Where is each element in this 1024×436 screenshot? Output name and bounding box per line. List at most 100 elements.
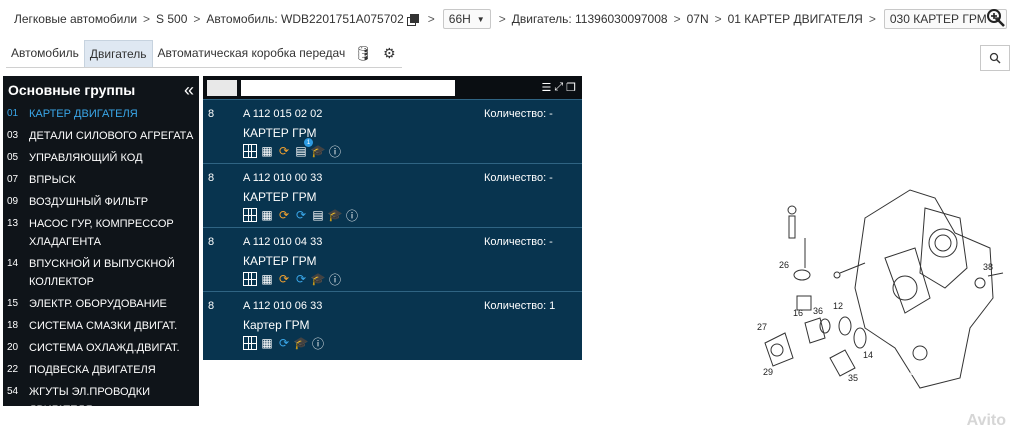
replacement-icon[interactable]: ⟳ — [277, 144, 291, 158]
part-actions: ▦ ⟳ ⟳ 🎓 ⓘ — [243, 272, 342, 287]
replacement-icon[interactable]: ⟳ — [277, 208, 291, 222]
group-label: ПОДВЕСКА ДВИГАТЕЛЯ — [29, 364, 156, 376]
info-icon[interactable]: ⓘ — [311, 336, 325, 351]
diagram-label: 14 — [863, 350, 873, 360]
graduation-cap-icon[interactable]: 🎓 — [311, 144, 326, 158]
table-icon[interactable] — [243, 336, 257, 350]
part-row[interactable]: 8 A 112 015 02 02 Количество: - КАРТЕР Г… — [203, 99, 582, 163]
group-num: 05 — [7, 152, 19, 163]
calendar-icon[interactable]: ▦ — [260, 336, 274, 350]
diagram-label: 26 — [779, 260, 789, 270]
diagram-label: 8 — [910, 367, 915, 377]
group-label: ДЕТАЛИ СИЛОВОГО АГРЕГАТА — [29, 130, 194, 142]
parts-diagram[interactable]: 23 26 20 27 29 16 36 12 14 35 38 8 — [745, 178, 1015, 398]
group-label: НАСОС ГУР, КОМПРЕССОР ХЛАДАГЕНТА — [29, 218, 174, 248]
part-number[interactable]: A 112 010 06 33 — [243, 300, 322, 312]
part-position: 8 — [208, 236, 215, 248]
graduation-cap-icon[interactable]: 🎓 — [328, 208, 343, 222]
crumb-root[interactable]: Легковые автомобили — [14, 12, 137, 26]
group-label: УПРАВЛЯЮЩИЙ КОД — [29, 152, 143, 164]
view-icons: ☰ ⤢ ❐ — [541, 81, 576, 94]
document-icon[interactable]: ▤ — [311, 208, 325, 222]
part-number[interactable]: A 112 010 00 33 — [243, 172, 322, 184]
table-icon[interactable] — [243, 208, 257, 222]
part-position: 8 — [208, 108, 215, 120]
refresh-icon[interactable]: ⟳ — [277, 336, 291, 350]
code-dropdown[interactable]: 66H ▼ — [442, 9, 491, 29]
tab-vehicle[interactable]: Автомобиль — [6, 40, 84, 67]
group-item[interactable]: 15 ЭЛЕКТР. ОБОРУДОВАНИЕ — [3, 293, 199, 315]
crumb-separator: > — [868, 12, 876, 26]
group-label: СИСТЕМА СМАЗКИ ДВИГАТ. — [29, 320, 178, 332]
diagram-label: 23 — [773, 240, 783, 250]
group-label: СИСТЕМА ОХЛАЖД.ДВИГАТ. — [29, 342, 180, 354]
search-icon — [989, 52, 1001, 64]
tab-engine[interactable]: Двигатель — [83, 40, 153, 67]
group-label: ВОЗДУШНЫЙ ФИЛЬТР — [29, 196, 149, 208]
group-item[interactable]: 03 ДЕТАЛИ СИЛОВОГО АГРЕГАТА — [3, 125, 199, 147]
diagram-label: 38 — [983, 262, 993, 272]
part-filter-input[interactable] — [241, 79, 455, 96]
parts-toolbar: ☰ ⤢ ❐ — [203, 76, 582, 99]
crumb-model[interactable]: S 500 — [156, 12, 187, 26]
part-row[interactable]: 8 A 112 010 06 33 Количество: 1 Картер Г… — [203, 291, 582, 355]
part-row[interactable]: 8 A 112 010 04 33 Количество: - КАРТЕР Г… — [203, 227, 582, 291]
copy-icon[interactable] — [406, 13, 419, 26]
group-item[interactable]: 20 СИСТЕМА ОХЛАЖД.ДВИГАТ. — [3, 337, 199, 359]
tab-automatic-transmission[interactable]: Автоматическая коробка передач — [153, 40, 351, 67]
refresh-icon[interactable]: ⟳ — [294, 272, 308, 286]
calendar-icon[interactable]: ▦ — [260, 144, 274, 158]
calendar-icon[interactable]: ▦ — [260, 272, 274, 286]
group-item[interactable]: 13 НАСОС ГУР, КОМПРЕССОР ХЛАДАГЕНТА — [3, 213, 199, 253]
refresh-icon[interactable]: ⟳ — [294, 208, 308, 222]
group-item[interactable]: 09 ВОЗДУШНЫЙ ФИЛЬТР — [3, 191, 199, 213]
crumb-separator: > — [498, 12, 506, 26]
part-position: 8 — [208, 300, 215, 312]
engine-icon[interactable]: 🛢 — [350, 40, 376, 67]
crumb-group[interactable]: 01 КАРТЕР ДВИГАТЕЛЯ — [728, 12, 863, 26]
document-icon[interactable]: ▤ 1 — [294, 138, 313, 158]
code-dropdown-value: 66H — [448, 12, 471, 26]
crumb-group-code[interactable]: 07N — [687, 12, 709, 26]
part-actions: ▦ ⟳ 🎓 ⓘ — [243, 336, 325, 351]
collapse-icon[interactable]: « — [184, 81, 194, 99]
part-number[interactable]: A 112 015 02 02 — [243, 108, 322, 120]
group-num: 18 — [7, 320, 19, 331]
group-label: ВПРЫСК — [29, 174, 76, 186]
info-icon[interactable]: ⓘ — [345, 208, 359, 223]
crumb-engine[interactable]: Двигатель: 11396030097008 — [512, 12, 668, 26]
crumb-vehicle[interactable]: Автомобиль: WDB2201751A075702 — [206, 12, 403, 26]
part-actions: ▦ ⟳ ▤ 1 🎓 ⓘ — [243, 138, 342, 159]
group-item[interactable]: 07 ВПРЫСК — [3, 169, 199, 191]
group-item[interactable]: 01 КАРТЕР ДВИГАТЕЛЯ — [3, 103, 199, 125]
watermark: Avito — [966, 412, 1006, 429]
diagram-labels: 23 26 20 27 29 16 36 12 14 35 38 8 — [757, 240, 993, 383]
table-icon[interactable] — [243, 144, 257, 158]
group-num: 54 — [7, 386, 19, 397]
list-view-icon[interactable]: ☰ — [541, 81, 551, 94]
group-item[interactable]: 22 ПОДВЕСКА ДВИГАТЕЛЯ — [3, 359, 199, 381]
zoom-in-icon[interactable] — [986, 8, 1006, 28]
info-icon[interactable]: ⓘ — [328, 272, 342, 287]
diagram-label: 20 — [780, 287, 790, 297]
info-icon[interactable]: ⓘ — [328, 144, 342, 159]
part-number[interactable]: A 112 010 04 33 — [243, 236, 322, 248]
graduation-cap-icon[interactable]: 🎓 — [311, 272, 326, 286]
search-button[interactable] — [980, 45, 1010, 71]
group-label: ЖГУТЫ ЭЛ.ПРОВОДКИ ДВИГАТЕЛЯ — [29, 386, 151, 416]
tools-icon[interactable]: ⚙ — [376, 40, 402, 67]
graduation-cap-icon[interactable]: 🎓 — [294, 336, 309, 350]
replacement-icon[interactable]: ⟳ — [277, 272, 291, 286]
group-item[interactable]: 14 ВПУСКНОЙ И ВЫПУСКНОЙ КОЛЛЕКТОР — [3, 253, 199, 293]
group-item[interactable]: 05 УПРАВЛЯЮЩИЙ КОД — [3, 147, 199, 169]
expand-icon[interactable]: ⤢ — [554, 81, 563, 94]
group-num: 22 — [7, 364, 19, 375]
group-item[interactable]: 18 СИСТЕМА СМАЗКИ ДВИГАТ. — [3, 315, 199, 337]
calendar-icon[interactable]: ▦ — [260, 208, 274, 222]
part-row[interactable]: 8 A 112 010 00 33 Количество: - КАРТЕР Г… — [203, 163, 582, 227]
main-groups-header: Основные группы « — [3, 76, 199, 103]
copy-icon[interactable]: ❐ — [566, 81, 576, 94]
position-filter-input[interactable] — [207, 79, 237, 96]
table-icon[interactable] — [243, 272, 257, 286]
group-item[interactable]: 54 ЖГУТЫ ЭЛ.ПРОВОДКИ ДВИГАТЕЛЯ — [3, 381, 199, 421]
